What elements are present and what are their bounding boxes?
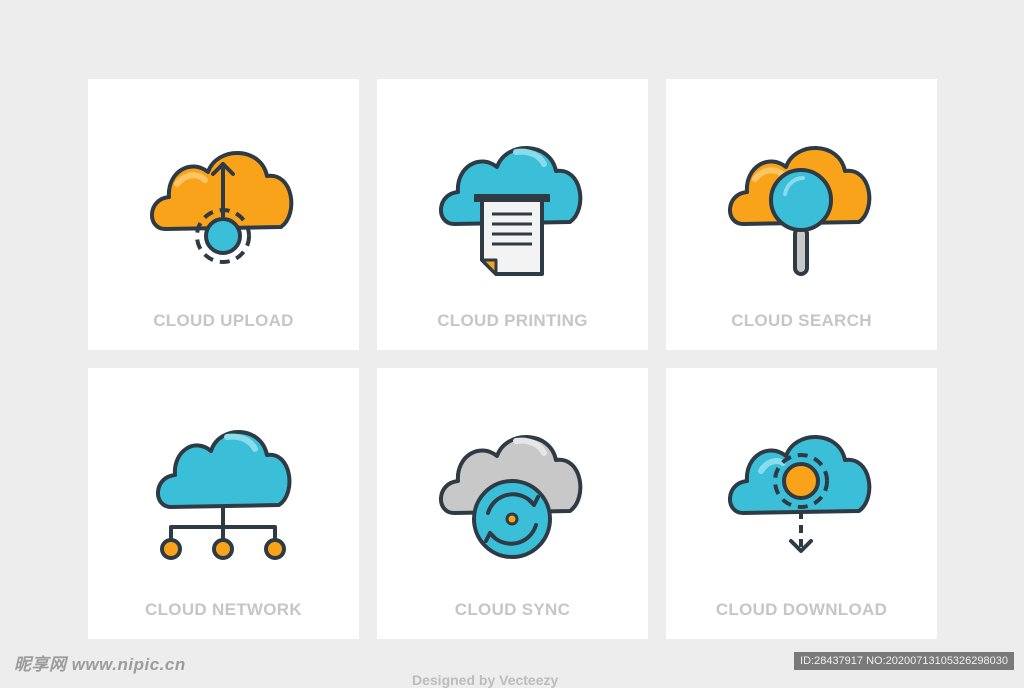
icon-grid: CLOUD UPLOAD CLOUD PRINTING CLOUD SEARCH [0,0,1024,682]
card-cloud-download[interactable]: CLOUD DOWNLOAD [666,368,937,639]
cloud-search-icon [728,146,872,276]
card-cloud-network[interactable]: CLOUD NETWORK [88,368,359,639]
card-cloud-printing[interactable]: CLOUD PRINTING [377,79,648,350]
cloud-sync-icon [439,435,583,559]
card-cloud-search[interactable]: CLOUD SEARCH [666,79,937,350]
image-id-badge: ID:28437917 NO:20200713105326298030 [794,652,1014,670]
cloud-network-icon [156,430,292,560]
card-label: CLOUD SYNC [454,600,571,619]
cloud-download-icon [728,435,872,553]
card-label: CLOUD SEARCH [731,311,872,330]
card-cloud-upload[interactable]: CLOUD UPLOAD [88,79,359,350]
card-label: CLOUD PRINTING [437,311,588,330]
card-label: CLOUD DOWNLOAD [715,600,888,619]
card-label: CLOUD NETWORK [145,600,302,619]
card-cloud-sync[interactable]: CLOUD SYNC [377,368,648,639]
card-label: CLOUD UPLOAD [153,311,294,330]
cloud-upload-icon [150,151,294,264]
cloud-printing-icon [439,146,583,276]
site-watermark: 昵享网 www.nipic.cn [14,655,186,674]
designer-credit: Designed by Vecteezy [412,672,559,688]
